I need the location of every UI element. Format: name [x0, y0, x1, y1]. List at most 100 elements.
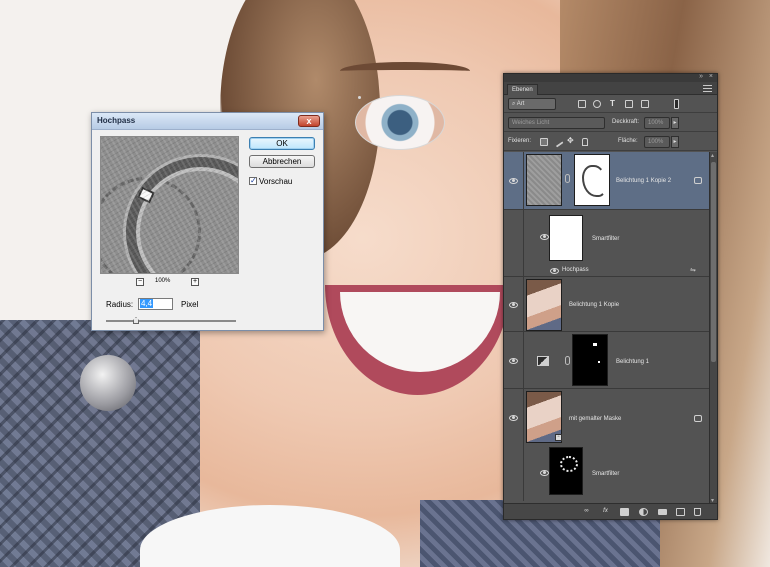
layer-mask-thumbnail[interactable] [574, 154, 610, 206]
layer-name: mit gemalter Maske [569, 416, 622, 422]
preview-label: Vorschau [259, 177, 293, 186]
row-divider [523, 332, 524, 388]
panel-tabs: Ebenen [504, 82, 717, 95]
layer-row[interactable]: Belichtung 1 Kopie [504, 277, 709, 332]
row-divider [523, 210, 524, 265]
filter-type-select[interactable]: ⌕ Art [508, 98, 556, 110]
fill-input[interactable]: 100% [644, 136, 670, 148]
lock-all-icon[interactable] [582, 138, 588, 146]
smartfilter-label: Smartfilter [592, 471, 620, 477]
smartfilter-mask-thumbnail[interactable] [549, 447, 583, 495]
lock-transparent-icon[interactable] [540, 138, 548, 146]
pixel-filter-icon[interactable] [578, 100, 586, 108]
layer-name: Belichtung 1 Kopie [569, 302, 620, 308]
zoom-out-button[interactable]: − [136, 278, 144, 286]
filter-row-highpass[interactable]: Hochpass ⇋ [504, 265, 709, 277]
panel-menu-icon[interactable] [703, 85, 712, 92]
fill-dropdown[interactable]: ▸ [671, 136, 679, 148]
filter-name: Hochpass [562, 267, 589, 273]
layer-mask-thumbnail[interactable] [572, 334, 608, 386]
blend-row: Weiches Licht Deckkraft: 100% ▸ [504, 114, 717, 132]
layer-row[interactable]: Belichtung 1 [504, 332, 709, 389]
type-filter-icon[interactable]: T [610, 99, 615, 108]
minus-icon: − [137, 278, 143, 285]
panel-footer: ∞ fx [504, 503, 717, 519]
zoom-in-button[interactable]: + [191, 278, 199, 286]
layers-panel: » × Ebenen ⌕ Art T Weiches Licht Deckkra… [503, 73, 718, 520]
radius-label: Radius: [106, 300, 134, 309]
lock-label: Fixieren: [508, 138, 532, 144]
radius-slider[interactable] [106, 317, 236, 325]
plus-icon: + [192, 278, 198, 285]
link-icon[interactable] [565, 174, 570, 183]
dialog-title: Hochpass [97, 116, 136, 125]
zoom-level: 100% [155, 278, 171, 284]
dialog-titlebar[interactable]: Hochpass x [92, 113, 323, 130]
smartfilter-eye-icon[interactable] [540, 470, 549, 476]
trash-icon[interactable] [694, 508, 701, 516]
panel-header-bar[interactable]: » × [504, 73, 717, 82]
layer-list: Belichtung 1 Kopie 2 Smartfilter Hochpas… [504, 152, 709, 504]
cancel-button[interactable]: Abbrechen [249, 155, 315, 168]
radius-unit: Pixel [181, 300, 199, 309]
radius-input[interactable]: 4,4 [138, 298, 173, 310]
visibility-eye-icon[interactable] [509, 302, 518, 308]
visibility-eye-icon[interactable] [509, 415, 518, 421]
preview-zoom-controls: − 100% + [136, 278, 206, 288]
layer-row[interactable]: Belichtung 1 Kopie 2 [504, 152, 709, 210]
row-divider [523, 152, 524, 209]
mask-mark [598, 361, 600, 363]
filter-eye-icon[interactable] [550, 268, 559, 274]
lock-move-icon[interactable]: ✥ [567, 136, 574, 145]
mask-mark [560, 456, 578, 472]
adjustment-filter-icon[interactable] [593, 100, 601, 108]
filter-options-icon[interactable]: ⇋ [690, 266, 696, 274]
exposure-adjustment-icon[interactable] [537, 356, 549, 366]
preview-checkbox[interactable]: ✓ [249, 177, 257, 185]
smartobject-filter-icon[interactable] [641, 100, 649, 108]
opacity-input[interactable]: 100% [644, 117, 670, 129]
highpass-dialog: Hochpass x − 100% + OK Abbrechen ✓ Vorsc… [91, 112, 324, 331]
new-layer-icon[interactable] [676, 508, 685, 516]
filter-preview[interactable] [100, 136, 239, 274]
visibility-eye-icon[interactable] [509, 358, 518, 364]
close-button[interactable]: x [298, 115, 320, 127]
smartfilter-label: Smartfilter [592, 236, 620, 242]
smartfilter-row[interactable]: Smartfilter [504, 443, 709, 501]
link-icon[interactable] [565, 356, 570, 365]
layer-list-scrollbar[interactable]: ▴ ▾ [709, 152, 717, 504]
link-layers-icon[interactable]: ∞ [582, 508, 591, 516]
scrollbar-thumb[interactable] [711, 162, 716, 362]
smartfilter-eye-icon[interactable] [540, 234, 549, 240]
smartfilter-mask-thumbnail[interactable] [549, 215, 583, 261]
scroll-up-icon[interactable]: ▴ [711, 152, 714, 159]
add-mask-icon[interactable] [620, 508, 629, 516]
radius-row: Radius: 4,4 Pixel [106, 298, 316, 311]
folder-icon[interactable] [658, 509, 667, 515]
ok-button[interactable]: OK [249, 137, 315, 150]
collapse-icon[interactable]: » [699, 73, 703, 80]
close-icon: x [306, 116, 312, 126]
visibility-eye-icon[interactable] [509, 178, 518, 184]
row-divider [523, 265, 524, 276]
blend-mode-select[interactable]: Weiches Licht [508, 117, 605, 129]
tab-layers[interactable]: Ebenen [507, 84, 538, 95]
filter-toggle-icon[interactable] [674, 99, 679, 109]
new-adjustment-icon[interactable] [639, 508, 648, 516]
filter-type-value: Art [516, 101, 525, 107]
lock-brush-icon[interactable] [552, 136, 564, 148]
panel-close-icon[interactable]: × [709, 73, 713, 80]
slider-thumb[interactable] [133, 317, 139, 324]
opacity-dropdown[interactable]: ▸ [671, 117, 679, 129]
fill-label: Fläche: [618, 138, 638, 144]
fx-icon[interactable]: fx [601, 508, 610, 516]
row-divider [523, 277, 524, 331]
shape-filter-icon[interactable] [625, 100, 633, 108]
slider-track [106, 320, 236, 322]
layer-thumbnail[interactable] [526, 154, 562, 206]
layer-thumbnail[interactable] [526, 279, 562, 331]
photo-coat-button [80, 355, 136, 411]
smartfilter-row[interactable]: Smartfilter [504, 210, 709, 265]
layer-row[interactable]: ▫ mit gemalter Maske [504, 389, 709, 443]
photo-eye [355, 95, 445, 150]
